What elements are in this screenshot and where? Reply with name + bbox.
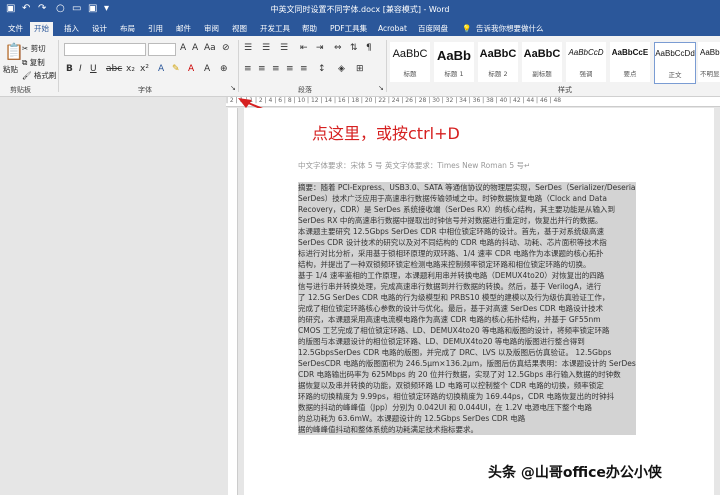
body-line[interactable]: 了 12.5G SerDes CDR 电路的行为级模型和 PRBS10 模型的建… bbox=[298, 292, 636, 303]
body-line[interactable]: SerDes RX 中的高速串行数据中提取出时钟信号并对数据进行重定时，恢复出并… bbox=[298, 215, 636, 226]
body-line[interactable]: 标进行对比分析，采用基于锁相环原理的双环路、1/4 速率 CDR 电路作为本课题… bbox=[298, 248, 636, 259]
body-line[interactable]: SerDes CDR 设计技术的研究以及对不同结构的 CDR 电路的抖动、功耗、… bbox=[298, 237, 636, 248]
body-line[interactable]: 据恢复以及串并转换的功能，双锁频环路 LD 电路可以控制整个 CDR 电路的切换… bbox=[298, 380, 636, 391]
body-line[interactable]: 本课题主要研究 12.5Gbps SerDes CDR 中相位锁定环路的设计。首… bbox=[298, 226, 636, 237]
body-line[interactable]: 基于 1/4 速率鉴相的工作原理，本课题利用串并转换电路（DEMUX4to20）… bbox=[298, 270, 636, 281]
body-line[interactable]: 的总功耗为 63.6mW。本课题设计的 12.5Gbps SerDes CDR … bbox=[298, 413, 636, 424]
body-line[interactable]: SerDes）技术广泛应用于高速串行数据传输领域之中。时钟数据恢复电路（Cloc… bbox=[298, 193, 636, 204]
body-line[interactable]: Recovery，CDR）是 SerDes 系统接收端（SerDes RX）的核… bbox=[298, 204, 636, 215]
body-line[interactable]: 据的峰峰值抖动和整体系统的功耗满足技术指标要求。 bbox=[298, 424, 636, 435]
annotation-callout: 点这里，或按ctrl+D bbox=[312, 124, 460, 143]
body-line[interactable]: 数据的抖动的峰峰值（Jpp）分别为 0.042UI 和 0.044UI，在 1.… bbox=[298, 402, 636, 413]
body-line[interactable]: 的版图与本课题设计的相位锁定环路、LD、DEMUX4to20 等电路的版图进行整… bbox=[298, 336, 636, 347]
body-line[interactable]: 摘要：随着 PCI-Express、USB3.0、SATA 等通信协议的物理层实… bbox=[298, 182, 636, 193]
requirement-line[interactable]: 中文字体要求：宋体 5 号 英文字体要求：Times New Roman 5 号… bbox=[298, 160, 530, 171]
watermark: 头条 @山哥office办公小侠 bbox=[488, 465, 662, 481]
body-line[interactable]: 结构，并提出了一种双锁频环锁定检测电路来控制频率锁定环路和相位锁定环路的切换。 bbox=[298, 259, 636, 270]
body-line[interactable]: CMOS 工艺完成了相位锁定环路、LD、DEMUX4to20 等电路和版图的设计… bbox=[298, 325, 636, 336]
body-line[interactable]: 完成了相位锁定环路核心参数的设计与优化。最后，基于对高速 SerDes CDR … bbox=[298, 303, 636, 314]
document-body[interactable]: 摘要：随着 PCI-Express、USB3.0、SATA 等通信协议的物理层实… bbox=[298, 182, 636, 435]
body-line[interactable]: 的研究，本课题采用高速电流模电路作为高速 CDR 电路的核心拓扑结构，并基于 G… bbox=[298, 314, 636, 325]
body-line[interactable]: 信号进行串并转换处理，完成高速串行数据到并行数据的转换。然后，基于 Verilo… bbox=[298, 281, 636, 292]
body-line[interactable]: 环路的切换精度为 9.99ps，相位锁定环路的切换精度为 169.44ps，CD… bbox=[298, 391, 636, 402]
body-line[interactable]: SerDesCDR 电路的版图面积为 246.5μm×136.2μm，版图后仿真… bbox=[298, 358, 636, 369]
body-line[interactable]: CDR 电路输出码率为 625Mbps 的 20 位并行数据，实现了对 12.5… bbox=[298, 369, 636, 380]
body-line[interactable]: 12.5GbpsSerDes CDR 电路的版图，并完成了 DRC、LVS 以及… bbox=[298, 347, 636, 358]
